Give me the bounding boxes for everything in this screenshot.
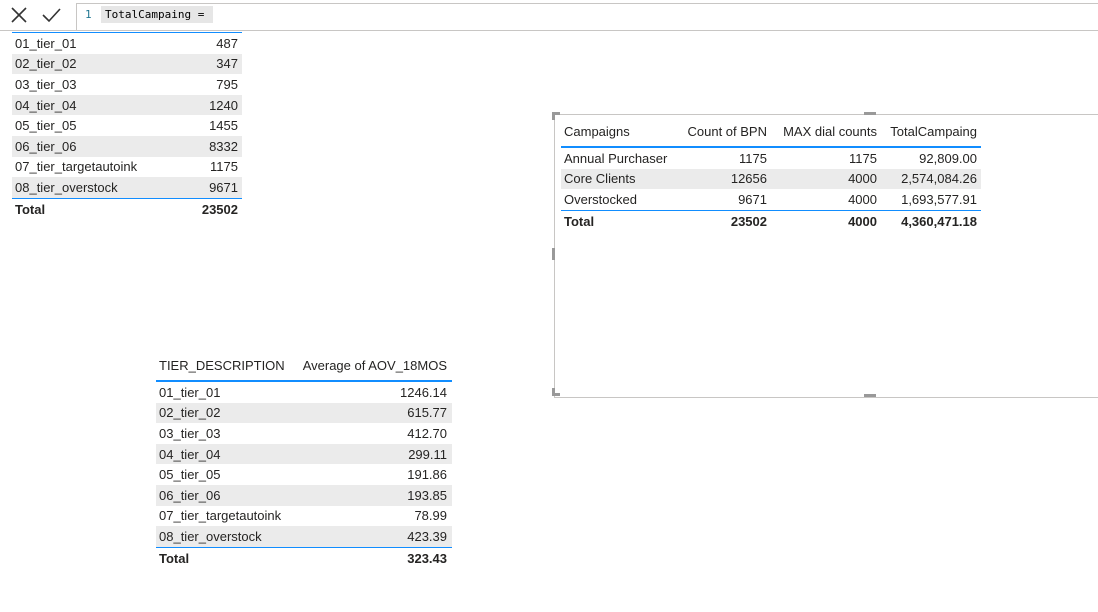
row-label: 04_tier_04 [15, 97, 77, 113]
tier-description: 05_tier_05 [159, 467, 221, 483]
checkmark-icon[interactable] [40, 4, 62, 26]
campaign-name: Overstocked [564, 191, 637, 207]
table-row[interactable]: 06_tier_06 8332 [12, 135, 242, 157]
column-header[interactable]: TIER_DESCRIPTION [159, 358, 299, 373]
total-campaing: 1,693,577.91 [901, 191, 977, 207]
formula-code[interactable]: TotalCampaing = [101, 6, 213, 23]
formula-editor[interactable]: 1 TotalCampaing = [76, 3, 1098, 30]
column-header[interactable]: TotalCampaing [877, 124, 977, 139]
column-header[interactable]: Count of BPN [674, 124, 768, 139]
total-row: Total 323.43 [156, 546, 452, 569]
total-count: 23502 [730, 213, 767, 229]
tier-description: 01_tier_01 [159, 384, 221, 400]
table-row[interactable]: 07_tier_targetautoink 1175 [12, 157, 242, 178]
aov-table[interactable]: TIER_DESCRIPTION Average of AOV_18MOS 01… [156, 350, 452, 568]
total-campaing: 2,574,084.26 [901, 171, 977, 187]
total-campaing: 92,809.00 [919, 150, 977, 166]
column-header[interactable]: MAX dial counts [767, 124, 877, 139]
column-header[interactable]: Average of AOV_18MOS [299, 358, 447, 373]
max-dial-counts: 1175 [849, 150, 877, 166]
formula-bar: 1 TotalCampaing = [0, 0, 1098, 31]
count-of-bpn: 1175 [739, 150, 767, 166]
table-row[interactable]: Core Clients 12656 4000 2,574,084.26 [561, 168, 981, 190]
total-label: Total [564, 213, 595, 229]
resize-handle[interactable] [552, 248, 555, 260]
average-aov: 615.77 [407, 405, 447, 421]
average-aov: 299.11 [408, 446, 447, 462]
row-label: 08_tier_overstock [15, 179, 118, 195]
row-label: 06_tier_06 [15, 138, 77, 154]
table-row[interactable]: Overstocked 9671 4000 1,693,577.91 [561, 189, 981, 210]
tier-description: 04_tier_04 [159, 446, 221, 462]
table-row[interactable]: 06_tier_06 193.85 [156, 484, 452, 506]
tier-description: 06_tier_06 [159, 487, 221, 503]
campaign-name: Core Clients [564, 171, 636, 187]
row-value: 1240 [209, 97, 238, 113]
table-row[interactable]: 08_tier_overstock 423.39 [156, 526, 452, 547]
table-row[interactable]: 04_tier_04 299.11 [156, 443, 452, 465]
average-aov: 193.85 [407, 487, 447, 503]
resize-handle[interactable] [552, 112, 555, 120]
total-value: 23502 [201, 201, 238, 217]
row-label: 07_tier_targetautoink [15, 159, 138, 175]
total-max-dial: 4000 [848, 213, 877, 229]
count-of-bpn: 9671 [738, 191, 767, 207]
row-label: 01_tier_01 [15, 35, 77, 51]
table-row[interactable]: 02_tier_02 347 [12, 53, 242, 75]
table-row[interactable]: 02_tier_02 615.77 [156, 402, 452, 424]
table-row[interactable]: 05_tier_05 1455 [12, 115, 242, 136]
line-number: 1 [85, 8, 92, 21]
table-row[interactable]: 04_tier_04 1240 [12, 94, 242, 116]
average-aov: 78.99 [414, 508, 447, 524]
average-aov: 191.86 [407, 467, 447, 483]
resize-handle[interactable] [552, 388, 555, 396]
tier-count-table[interactable]: 01_tier_01 487 02_tier_02 347 03_tier_03 795 0… [12, 32, 242, 219]
row-label: 05_tier_05 [15, 118, 77, 134]
total-label: Total [159, 550, 190, 566]
table-row[interactable]: 03_tier_03 412.70 [156, 423, 452, 444]
row-value: 795 [216, 76, 238, 92]
row-value: 487 [216, 35, 238, 51]
campaign-name: Annual Purchaser [564, 150, 668, 166]
table-row[interactable]: 07_tier_targetautoink 78.99 [156, 506, 452, 527]
max-dial-counts: 4000 [848, 191, 877, 207]
tier-description: 08_tier_overstock [159, 528, 262, 544]
campaign-table[interactable]: Campaigns Count of BPN MAX dial counts T… [561, 116, 981, 231]
row-value: 9671 [209, 179, 238, 195]
average-aov: 1246.14 [400, 384, 447, 400]
row-value: 1455 [209, 118, 238, 134]
average-aov: 423.39 [407, 528, 447, 544]
table-row[interactable]: 01_tier_01 487 [12, 33, 242, 54]
table-row[interactable]: 05_tier_05 191.86 [156, 464, 452, 485]
total-row: Total 23502 [12, 197, 242, 220]
table-row[interactable]: 03_tier_03 795 [12, 74, 242, 95]
header-row: TIER_DESCRIPTION Average of AOV_18MOS [156, 350, 452, 382]
resize-handle[interactable] [864, 112, 876, 115]
tier-description: 07_tier_targetautoink [159, 508, 282, 524]
total-amount: 4,360,471.18 [901, 213, 977, 229]
row-value: 1175 [210, 159, 238, 175]
row-value: 347 [216, 56, 238, 72]
table-row[interactable]: 01_tier_01 1246.14 [156, 382, 452, 403]
average-aov: 412.70 [407, 425, 447, 441]
tier-description: 03_tier_03 [159, 425, 221, 441]
total-value: 323.43 [407, 550, 447, 566]
close-icon[interactable] [8, 4, 30, 26]
tier-description: 02_tier_02 [159, 405, 221, 421]
resize-handle[interactable] [864, 394, 876, 397]
header-row: Campaigns Count of BPN MAX dial counts T… [561, 116, 981, 148]
row-label: 02_tier_02 [15, 56, 77, 72]
table-row[interactable]: Annual Purchaser 1175 1175 92,809.00 [561, 148, 981, 169]
table-row[interactable]: 08_tier_overstock 9671 [12, 177, 242, 198]
row-value: 8332 [209, 138, 238, 154]
row-label: 03_tier_03 [15, 76, 77, 92]
total-label: Total [15, 201, 46, 217]
column-header[interactable]: Campaigns [564, 124, 674, 139]
count-of-bpn: 12656 [730, 171, 767, 187]
total-row: Total 23502 4000 4,360,471.18 [561, 209, 981, 232]
max-dial-counts: 4000 [848, 171, 877, 187]
